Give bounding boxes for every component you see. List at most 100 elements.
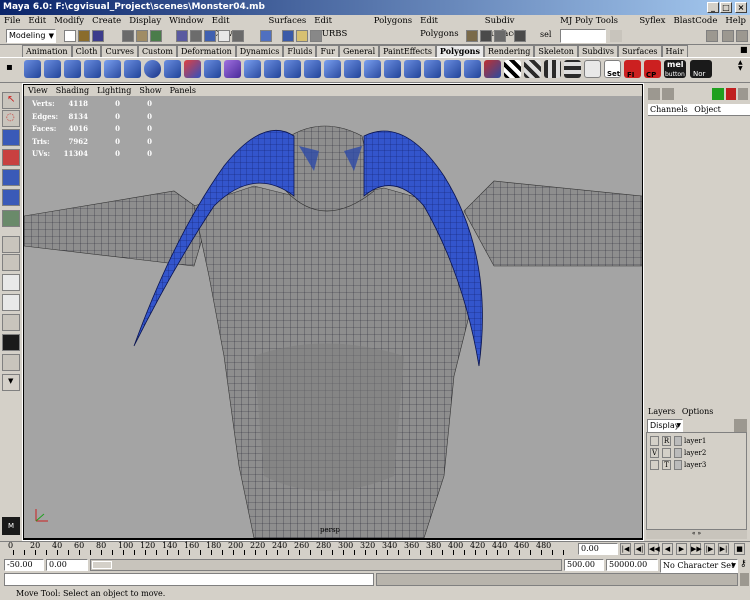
menu-edit[interactable]: Edit bbox=[24, 15, 50, 28]
cb-layout-icon[interactable] bbox=[662, 88, 674, 100]
reverse-normals-icon[interactable] bbox=[484, 60, 501, 78]
layer-visibility[interactable] bbox=[650, 460, 659, 470]
extrude-edge-icon[interactable] bbox=[264, 60, 281, 78]
menu-polygons[interactable]: Polygons bbox=[370, 15, 416, 28]
last-tool-icon[interactable] bbox=[2, 236, 20, 253]
shelf-menu-icon[interactable]: ■ bbox=[740, 45, 748, 54]
bevel-icon[interactable] bbox=[364, 60, 381, 78]
layer-row[interactable]: R layer1 bbox=[648, 436, 746, 447]
menu-mj-poly-tools[interactable]: MJ Poly Tools 1.3 bbox=[556, 15, 635, 39]
shelf-options-icon[interactable]: ▪ bbox=[6, 62, 13, 73]
single-view-icon[interactable] bbox=[2, 254, 20, 271]
poly-sphere-icon[interactable] bbox=[24, 60, 41, 78]
character-set-combo[interactable]: No Character Set ▼ bbox=[660, 559, 738, 573]
lasso-tool-icon[interactable]: ◌ bbox=[2, 110, 20, 127]
select-hierarchy-icon[interactable] bbox=[122, 30, 134, 42]
clapboard-2-icon[interactable] bbox=[514, 30, 526, 42]
collapse-icon[interactable] bbox=[404, 60, 421, 78]
snap-point-icon[interactable] bbox=[204, 30, 216, 42]
shelf-tab-surfaces[interactable]: Surfaces bbox=[618, 45, 662, 57]
channel-box-toggle-icon[interactable] bbox=[610, 30, 622, 42]
cp-button[interactable]: CP bbox=[644, 60, 661, 79]
step-back-button[interactable]: ◀| bbox=[634, 543, 645, 555]
next-key-button[interactable]: ▶▶ bbox=[690, 543, 702, 555]
checker-uv-icon[interactable] bbox=[504, 60, 521, 78]
merge-vertices-icon[interactable] bbox=[344, 60, 361, 78]
cb-key-icon[interactable] bbox=[712, 88, 724, 100]
menu-surfaces[interactable]: Surfaces bbox=[265, 15, 311, 28]
cb-list-icon[interactable] bbox=[648, 88, 660, 100]
layer-color-icon[interactable] bbox=[674, 460, 682, 470]
layer-name[interactable]: layer2 bbox=[684, 448, 706, 459]
shelf-tab-skeleton[interactable]: Skeleton bbox=[534, 45, 578, 57]
range-inner-end-field[interactable]: 500.00 bbox=[564, 559, 604, 571]
fl-button[interactable]: FI bbox=[624, 60, 641, 79]
snap-grid-icon[interactable] bbox=[176, 30, 188, 42]
shelf-tab-rendering[interactable]: Rendering bbox=[484, 45, 535, 57]
snap-plane-icon[interactable] bbox=[218, 30, 230, 42]
hypershade-layout-icon[interactable] bbox=[2, 334, 20, 351]
poly-cone-icon[interactable] bbox=[84, 60, 101, 78]
new-layer-icon[interactable] bbox=[734, 419, 747, 432]
range-slider-handle[interactable] bbox=[92, 561, 112, 569]
current-frame-field[interactable]: 0.00 bbox=[578, 543, 618, 555]
menu-blastcode[interactable]: BlastCode bbox=[669, 15, 721, 28]
shelf-scroll-icon[interactable]: ▲ ▼ bbox=[738, 60, 743, 72]
shelf-tab-dynamics[interactable]: Dynamics bbox=[235, 45, 284, 57]
paint-select-tool-icon[interactable] bbox=[2, 129, 20, 146]
poly-pipe-icon[interactable] bbox=[144, 60, 161, 78]
set-button[interactable]: Set bbox=[604, 60, 621, 78]
play-forward-button[interactable]: ▶ bbox=[676, 543, 687, 555]
split-polygon-icon[interactable] bbox=[284, 60, 301, 78]
close-button[interactable]: × bbox=[735, 2, 747, 13]
mel-button[interactable]: mel button bbox=[664, 60, 686, 78]
layer-type[interactable]: T bbox=[662, 460, 671, 470]
history-icon[interactable] bbox=[260, 30, 272, 42]
four-view-icon[interactable] bbox=[2, 274, 20, 291]
menu-file[interactable]: File bbox=[0, 15, 24, 28]
shelf-tab-custom[interactable]: Custom bbox=[137, 45, 177, 57]
shelf-tab-painteffects[interactable]: PaintEffects bbox=[379, 45, 436, 57]
uv-editor-icon[interactable] bbox=[584, 60, 601, 78]
create-polygon-icon[interactable] bbox=[464, 60, 481, 78]
delete-edge-icon[interactable] bbox=[424, 60, 441, 78]
menu-edit-nurbs[interactable]: Edit NURBS bbox=[310, 15, 369, 39]
shelf-tab-curves[interactable]: Curves bbox=[101, 45, 138, 57]
key-icon[interactable]: ⚷ bbox=[740, 559, 747, 569]
shelf-tab-hair[interactable]: Hair bbox=[661, 45, 688, 57]
panel-menu-view[interactable]: View bbox=[24, 85, 52, 96]
maximize-button[interactable]: □ bbox=[720, 2, 732, 13]
attribute-editor-icon[interactable] bbox=[706, 30, 718, 42]
menu-modify[interactable]: Modify bbox=[50, 15, 88, 28]
shelf-tab-subdivs[interactable]: Subdivs bbox=[577, 45, 619, 57]
new-scene-icon[interactable] bbox=[64, 30, 76, 42]
poke-face-icon[interactable] bbox=[384, 60, 401, 78]
snap-curve-icon[interactable] bbox=[190, 30, 202, 42]
cb-options-icon[interactable] bbox=[738, 88, 748, 100]
two-view-icon[interactable] bbox=[2, 294, 20, 311]
save-scene-icon[interactable] bbox=[92, 30, 104, 42]
rotate-tool-icon[interactable] bbox=[2, 169, 20, 186]
menu-syflex[interactable]: Syflex bbox=[635, 15, 669, 28]
tab-channels[interactable]: Channels bbox=[650, 105, 688, 114]
manipulator-tool-icon[interactable] bbox=[2, 210, 20, 227]
menu-create[interactable]: Create bbox=[88, 15, 125, 28]
layer-row[interactable]: V layer2 bbox=[648, 448, 746, 459]
menu-edit-polygons[interactable]: Edit Polygons bbox=[416, 15, 481, 39]
poly-plane-icon[interactable] bbox=[104, 60, 121, 78]
shelf-tab-cloth[interactable]: Cloth bbox=[71, 45, 102, 57]
layer-color-icon[interactable] bbox=[674, 436, 682, 446]
stop-button[interactable]: ■ bbox=[734, 543, 745, 555]
poly-torus-icon[interactable] bbox=[124, 60, 141, 78]
step-forward-button[interactable]: |▶ bbox=[704, 543, 715, 555]
panel-menu-shading[interactable]: Shading bbox=[52, 85, 93, 96]
append-polygon-icon[interactable] bbox=[444, 60, 461, 78]
select-object-icon[interactable] bbox=[136, 30, 148, 42]
menu-window[interactable]: Window bbox=[165, 15, 208, 28]
menu-display[interactable]: Display bbox=[125, 15, 165, 28]
mel-command-input[interactable] bbox=[4, 573, 374, 586]
layer-type[interactable]: R bbox=[662, 436, 671, 446]
subdivide-icon[interactable] bbox=[324, 60, 341, 78]
panel-menu-show[interactable]: Show bbox=[135, 85, 165, 96]
render-globals-icon[interactable] bbox=[310, 30, 322, 42]
